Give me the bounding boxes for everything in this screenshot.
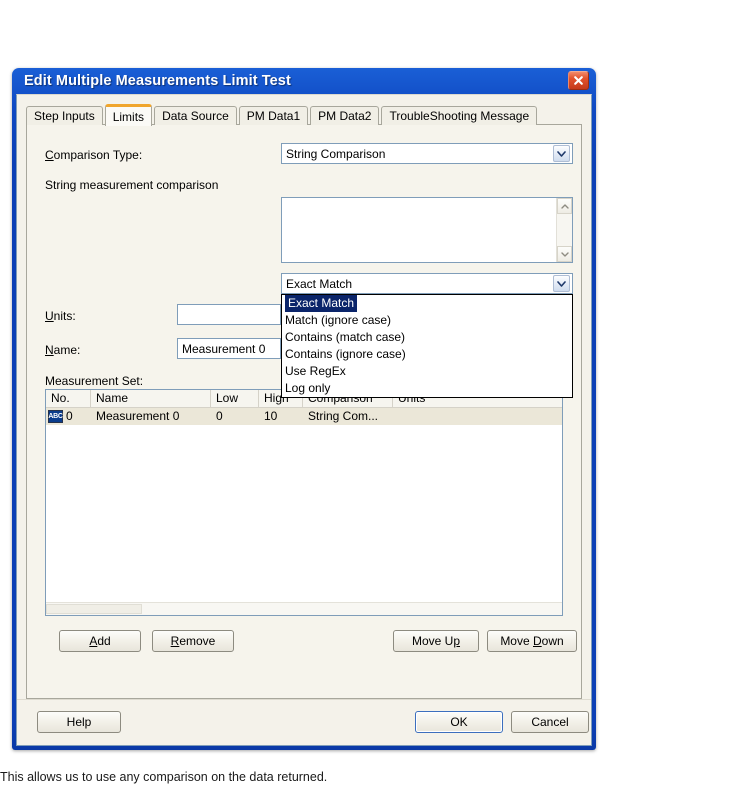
- dropdown-option-contains-ignore-case[interactable]: Contains (ignore case): [282, 346, 572, 363]
- units-input[interactable]: [177, 304, 281, 325]
- column-header-low[interactable]: Low: [211, 390, 259, 407]
- dropdown-option-use-regex[interactable]: Use RegEx: [282, 363, 572, 380]
- dialog-window: Edit Multiple Measurements Limit Test St…: [12, 68, 596, 750]
- column-header-name[interactable]: Name: [91, 390, 211, 407]
- dropdown-option-contains-match-case[interactable]: Contains (match case): [282, 329, 572, 346]
- tab-strip: Step Inputs Limits Data Source PM Data1 …: [26, 103, 582, 126]
- match-mode-value: Exact Match: [286, 276, 353, 291]
- name-input[interactable]: Measurement 0: [177, 338, 281, 359]
- match-mode-combo[interactable]: Exact Match: [281, 273, 573, 294]
- tab-limits[interactable]: Limits: [104, 104, 153, 126]
- table-row[interactable]: ABC 0 Measurement 0 0 10 String Com...: [46, 408, 562, 425]
- tab-step-inputs[interactable]: Step Inputs: [26, 106, 103, 125]
- textarea-scrollbar[interactable]: [556, 198, 572, 262]
- move-up-button[interactable]: Move Up: [393, 630, 479, 652]
- units-label: Units:: [45, 309, 76, 323]
- tab-troubleshooting-message[interactable]: TroubleShooting Message: [381, 106, 538, 125]
- comparison-type-value: String Comparison: [286, 146, 386, 161]
- scroll-up-icon[interactable]: [557, 198, 572, 214]
- cell-name: Measurement 0: [96, 409, 180, 423]
- close-icon: [573, 75, 584, 86]
- dropdown-option-label: Exact Match: [285, 295, 358, 312]
- string-measurement-comparison-label: String measurement comparison: [45, 178, 219, 192]
- dropdown-option-match-ignore-case[interactable]: Match (ignore case): [282, 312, 572, 329]
- limits-tab-page: Comparison Type: String Comparison Strin…: [26, 124, 582, 699]
- chevron-down-icon[interactable]: [553, 145, 570, 162]
- string-comparison-textarea[interactable]: [281, 197, 573, 263]
- scrollbar-thumb[interactable]: [46, 604, 142, 614]
- tab-pm-data2[interactable]: PM Data2: [310, 106, 380, 125]
- dropdown-option-exact-match[interactable]: Exact Match: [282, 295, 572, 312]
- dropdown-option-log-only[interactable]: Log only: [282, 380, 572, 397]
- tab-pm-data1[interactable]: PM Data1: [238, 106, 309, 125]
- window-title: Edit Multiple Measurements Limit Test: [24, 73, 291, 89]
- comparison-type-combo[interactable]: String Comparison: [281, 143, 573, 164]
- listview-horizontal-scrollbar[interactable]: [46, 602, 562, 615]
- close-button[interactable]: [568, 71, 589, 90]
- chevron-down-icon[interactable]: [553, 275, 570, 292]
- help-button[interactable]: Help: [37, 711, 121, 733]
- move-down-button[interactable]: Move Down: [487, 630, 577, 652]
- scroll-down-icon[interactable]: [557, 246, 572, 262]
- title-bar[interactable]: Edit Multiple Measurements Limit Test: [16, 68, 592, 94]
- textarea-body[interactable]: [282, 198, 556, 262]
- ok-button[interactable]: OK: [415, 711, 503, 733]
- page-caption: This allows us to use any comparison on …: [0, 770, 328, 784]
- measurement-set-label: Measurement Set:: [45, 374, 144, 388]
- remove-button[interactable]: Remove: [152, 630, 234, 652]
- abc-string-icon: ABC: [48, 410, 63, 423]
- column-header-no[interactable]: No.: [46, 390, 91, 407]
- measurement-set-listview[interactable]: No. Name Low High Comparison Units ABC 0…: [45, 389, 563, 616]
- dialog-client-area: Step Inputs Limits Data Source PM Data1 …: [16, 94, 592, 746]
- match-mode-dropdown-list[interactable]: Exact Match Match (ignore case) Contains…: [281, 294, 573, 398]
- cell-no: 0: [66, 409, 73, 423]
- cancel-button[interactable]: Cancel: [511, 711, 589, 733]
- add-button[interactable]: Add: [59, 630, 141, 652]
- cell-low: 0: [216, 409, 223, 423]
- name-label: Name:: [45, 343, 81, 357]
- dialog-bottom-bar: Help OK Cancel: [17, 699, 591, 745]
- tab-data-source[interactable]: Data Source: [154, 106, 237, 125]
- comparison-type-label: Comparison Type:: [45, 148, 143, 162]
- cell-comparison: String Com...: [308, 409, 379, 423]
- cell-high: 10: [264, 409, 278, 423]
